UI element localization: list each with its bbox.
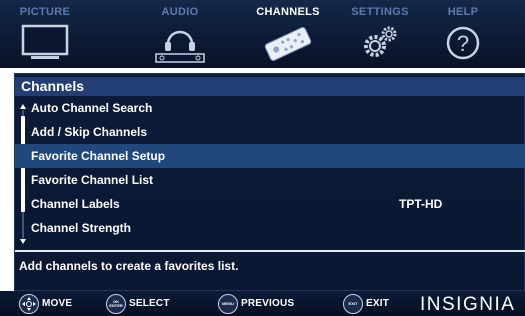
menu-icon: MENU: [218, 293, 238, 314]
channels-panel: Channels Auto Channel Search Add / Skip …: [14, 73, 525, 291]
svg-text:?: ?: [457, 31, 469, 56]
menu-item-favorite-channel-list[interactable]: Favorite Channel List: [15, 168, 525, 192]
menu-item-label: Favorite Channel List: [31, 173, 154, 187]
tv-osd-menu: PICTURE AUDIO CHANNELS SETTINGS HELP ? C…: [0, 0, 525, 316]
tab-picture[interactable]: PICTURE: [10, 0, 80, 68]
hint-label: EXIT: [366, 298, 390, 309]
gears-icon: [355, 20, 405, 69]
channels-menu: Auto Channel Search Add / Skip Channels …: [15, 96, 525, 240]
menu-item-auto-channel-search[interactable]: Auto Channel Search: [15, 96, 525, 120]
menu-item-channel-labels[interactable]: Channel Labels TPT-HD: [15, 192, 525, 216]
hint-label: MOVE: [42, 298, 73, 309]
menu-item-add-skip-channels[interactable]: Add / Skip Channels: [15, 120, 525, 144]
hint-move: MOVE: [19, 291, 72, 316]
key-text: MENU: [222, 300, 234, 306]
tab-help[interactable]: HELP ?: [428, 0, 498, 68]
menu-item-label: Add / Skip Channels: [31, 125, 148, 139]
headphones-icon: [150, 20, 210, 69]
tab-label: HELP: [447, 6, 479, 18]
key-text: EXIT: [348, 300, 358, 306]
help-text: Add channels to create a favorites list.: [19, 259, 239, 273]
tab-label: CHANNELS: [256, 6, 320, 18]
menu-item-favorite-channel-setup[interactable]: Favorite Channel Setup: [15, 144, 525, 168]
tab-label: SETTINGS: [351, 6, 409, 18]
tv-icon: [20, 20, 70, 67]
exit-icon: EXIT: [343, 293, 363, 314]
divider: [15, 250, 525, 252]
menu-item-label: Channel Labels: [31, 197, 120, 211]
hint-label: SELECT: [129, 298, 170, 309]
menu-item-channel-strength[interactable]: Channel Strength: [15, 216, 525, 240]
tab-bar: PICTURE AUDIO CHANNELS SETTINGS HELP ?: [0, 0, 525, 68]
menu-item-label: Auto Channel Search: [31, 101, 153, 115]
hint-label: PREVIOUS: [241, 298, 295, 309]
dpad-icon: [19, 293, 39, 314]
tab-channels[interactable]: CHANNELS: [238, 0, 338, 68]
remote-hints-bar: MOVE OK ENTER SELECT MENU PREVIOUS EXIT …: [0, 291, 525, 316]
menu-item-label: Channel Strength: [31, 221, 132, 235]
menu-item-label: Favorite Channel Setup: [31, 149, 166, 163]
hint-select: OK ENTER SELECT: [106, 291, 170, 316]
channel-label-value: TPT-HD: [399, 197, 443, 211]
question-mark-icon: ?: [443, 20, 483, 69]
tab-label: PICTURE: [19, 6, 71, 18]
tab-audio[interactable]: AUDIO: [130, 0, 230, 68]
hint-exit: EXIT EXIT: [343, 291, 389, 316]
tab-label: AUDIO: [161, 6, 199, 18]
panel-title: Channels: [15, 77, 525, 96]
hint-previous: MENU PREVIOUS: [218, 291, 294, 316]
key-text: ENTER: [109, 302, 123, 308]
ok-enter-icon: OK ENTER: [106, 293, 126, 314]
tab-settings[interactable]: SETTINGS: [340, 0, 420, 68]
remote-control-icon: [258, 20, 318, 69]
brand-logo: INSIGNIA: [420, 294, 516, 315]
